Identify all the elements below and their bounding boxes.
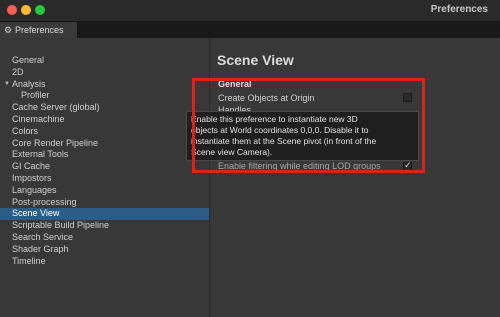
sidebar-item-timeline[interactable]: Timeline <box>0 256 209 268</box>
sidebar-item-languages[interactable]: Languages <box>0 185 209 197</box>
sidebar-item-cache-server[interactable]: Cache Server (global) <box>0 102 209 114</box>
minimize-window-button[interactable] <box>21 5 31 15</box>
tab-strip: ⚙ Preferences <box>0 22 500 38</box>
fold-arrow-icon[interactable]: ▼ <box>4 79 10 91</box>
sidebar-item-2d[interactable]: 2D <box>0 67 209 79</box>
page-title: Scene View <box>217 52 294 68</box>
sidebar-item-label: Analysis <box>12 78 46 89</box>
tab-label: Preferences <box>15 25 64 35</box>
close-window-button[interactable] <box>7 5 17 15</box>
sidebar-item-search-service[interactable]: Search Service <box>0 232 209 244</box>
sidebar-item-gi-cache[interactable]: GI Cache <box>0 161 209 173</box>
tab-preferences[interactable]: ⚙ Preferences <box>0 22 78 38</box>
sidebar-item-colors[interactable]: Colors <box>0 126 209 138</box>
sidebar-item-general[interactable]: General <box>0 55 209 67</box>
sidebar-item-external-tools[interactable]: External Tools <box>0 149 209 161</box>
sidebar-item-post-processing[interactable]: Post-processing <box>0 197 209 209</box>
sidebar-item-impostors[interactable]: Impostors <box>0 173 209 185</box>
window-title: Preferences <box>430 4 488 15</box>
sidebar-item-scriptable-build-pipeline[interactable]: Scriptable Build Pipeline <box>0 220 209 232</box>
preferences-sidebar: General 2D ▼ Analysis Profiler Cache Ser… <box>0 38 209 317</box>
sidebar-item-scene-view[interactable]: Scene View <box>0 208 209 221</box>
sidebar-item-shader-graph[interactable]: Shader Graph <box>0 244 209 256</box>
highlight-annotation-box <box>192 78 425 173</box>
gear-icon: ⚙ <box>4 25 13 35</box>
window-titlebar: Preferences <box>0 0 500 22</box>
zoom-window-button[interactable] <box>35 5 45 15</box>
sidebar-item-analysis[interactable]: ▼ Analysis <box>0 79 209 91</box>
sidebar-item-profiler[interactable]: Profiler <box>0 90 209 102</box>
sidebar-item-core-render-pipeline[interactable]: Core Render Pipeline <box>0 138 209 150</box>
sidebar-list: General 2D ▼ Analysis Profiler Cache Ser… <box>0 55 209 267</box>
sidebar-item-cinemachine[interactable]: Cinemachine <box>0 114 209 126</box>
